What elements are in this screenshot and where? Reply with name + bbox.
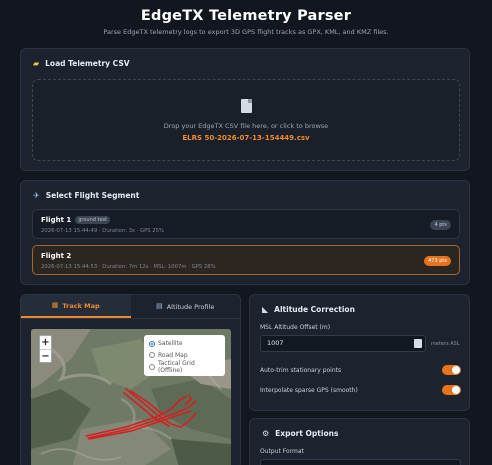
layer-option-tactical-grid[interactable]: Tactical Grid (Offline) [149, 359, 220, 374]
load-csv-heading: ▰ Load Telemetry CSV [33, 59, 130, 68]
segment-tag: ground test [75, 216, 111, 224]
gear-icon: ⚙ [262, 428, 270, 438]
altitude-heading: ◣ Altitude Correction [262, 305, 355, 314]
tab-altitude-profile[interactable]: ▤ Altitude Profile [130, 295, 240, 318]
zoom-in-button[interactable]: + [40, 336, 51, 349]
radio-icon [149, 340, 155, 347]
tab-label: Track Map [62, 301, 100, 310]
load-csv-title: Load Telemetry CSV [45, 59, 130, 68]
radio-icon [149, 352, 155, 359]
msl-offset-label: MSL Altitude Offset (m) [260, 324, 331, 331]
zoom-out-button[interactable]: − [40, 349, 51, 362]
msl-offset-unit: meters ASL [431, 341, 460, 347]
segment-name-row: Flight 1 ground test [41, 216, 111, 224]
msl-offset-input[interactable]: 1007 [260, 335, 426, 352]
msl-offset-value: 1007 [267, 339, 284, 347]
page-title: EdgeTX Telemetry Parser [140, 8, 352, 24]
segment-heading: ✈ Select Flight Segment [33, 191, 139, 200]
interpolate-toggle[interactable] [442, 385, 461, 395]
folder-icon: ▰ [33, 58, 40, 68]
radio-icon [149, 363, 155, 370]
flight-segment-1[interactable]: Flight 1 ground test 2026-07-13 15:44:49… [32, 209, 460, 239]
dropzone-text: Drop your EdgeTX CSV file here, or click… [163, 122, 329, 130]
ruler-icon: ◣ [262, 304, 269, 314]
airplane-icon: ✈ [33, 190, 40, 200]
altitude-title: Altitude Correction [274, 305, 355, 314]
altitude-correction-card: ◣ Altitude Correction MSL Altitude Offse… [249, 294, 470, 411]
export-options-card: ⚙ Export Options Output Format [249, 418, 470, 465]
map-tabs: ▦ Track Map ▤ Altitude Profile [21, 295, 240, 319]
segment-meta: 2026-07-13 15:44:49 · Duration: 3s · GPS… [41, 228, 165, 234]
document-icon [241, 99, 252, 113]
layer-label: Road Map [158, 351, 188, 359]
flight-segment-card: ✈ Select Flight Segment Flight 1 ground … [20, 180, 470, 285]
segment-name: Flight 1 [41, 216, 72, 224]
layer-option-satellite[interactable]: Satellite [149, 338, 220, 350]
layer-label: Tactical Grid (Offline) [157, 359, 195, 374]
auto-trim-label: Auto-trim stationary points [260, 366, 342, 374]
segment-title: Select Flight Segment [45, 191, 140, 200]
number-stepper-icon[interactable] [414, 339, 422, 348]
page-subtitle: Parse EdgeTX telemetry logs to export 3D… [103, 28, 389, 36]
loaded-file-name: ELRS 50-2026-07-13-154449.csv [182, 134, 310, 142]
segment-points-badge: 4 pts [430, 220, 451, 230]
interpolate-label: Interpolate sparse GPS (smooth) [260, 386, 358, 394]
auto-trim-toggle[interactable] [442, 365, 461, 375]
segment-name: Flight 2 [41, 252, 72, 260]
interpolate-row: Interpolate sparse GPS (smooth) [260, 384, 461, 396]
output-format-select[interactable] [260, 459, 461, 465]
segment-points-badge: 473 pts [424, 256, 451, 266]
layer-label: Satellite [158, 340, 183, 348]
segment-name-row: Flight 2 [41, 252, 71, 260]
auto-trim-row: Auto-trim stationary points [260, 364, 461, 376]
output-format-label: Output Format [260, 448, 304, 455]
tab-track-map[interactable]: ▦ Track Map [21, 295, 131, 318]
zoom-control: + − [39, 335, 52, 363]
layer-switcher: Satellite Road Map Tactical Grid (Offlin… [144, 335, 225, 376]
map-panel: ▦ Track Map ▤ Altitude Profile + − Satel… [20, 294, 241, 465]
load-csv-card: ▰ Load Telemetry CSV Drop your EdgeTX CS… [20, 48, 470, 171]
flight-segment-2[interactable]: Flight 2 2026-07-13 15:44:53 · Duration:… [32, 245, 460, 275]
track-map[interactable]: + − Satellite Road Map Tactical Grid (Of… [31, 329, 231, 465]
chart-icon: ▤ [156, 302, 163, 310]
export-title: Export Options [275, 429, 339, 438]
tab-label: Altitude Profile [166, 302, 215, 311]
export-heading: ⚙ Export Options [262, 429, 338, 438]
map-icon: ▦ [51, 301, 59, 309]
segment-meta: 2026-07-13 15:44:53 · Duration: 7m 12s ·… [41, 264, 216, 270]
csv-dropzone[interactable]: Drop your EdgeTX CSV file here, or click… [32, 79, 460, 161]
